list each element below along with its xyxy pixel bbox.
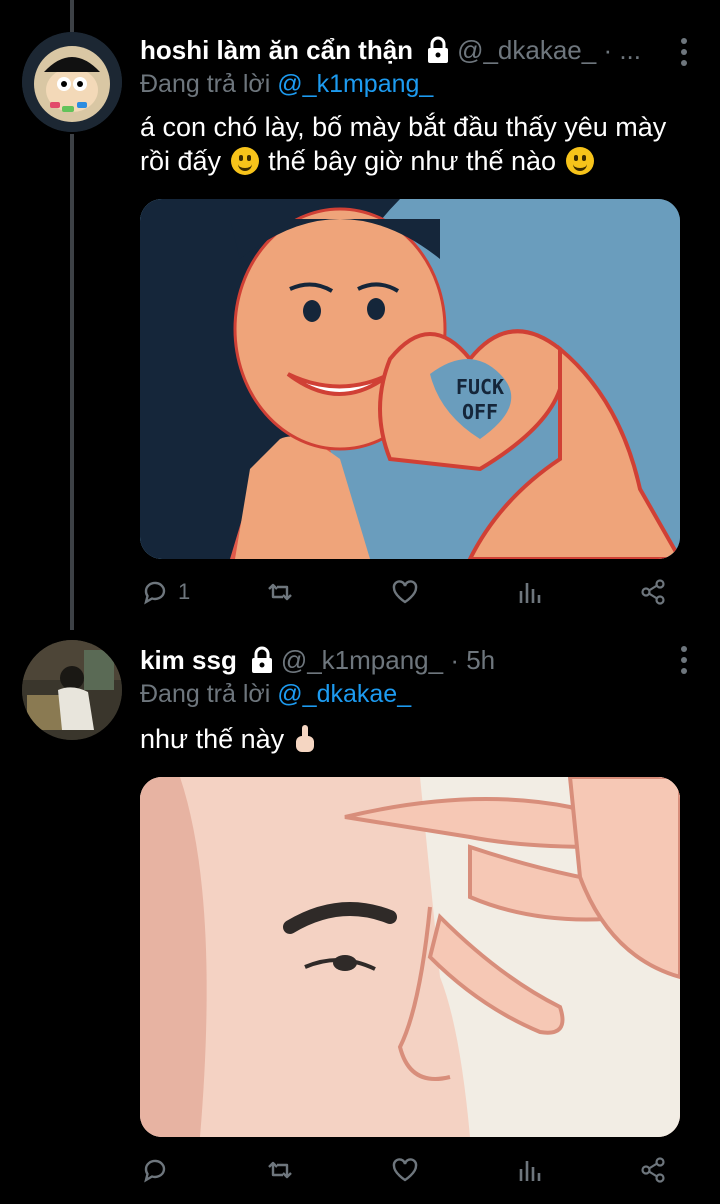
tweet-text-line2a: rồi đấy [140,146,222,176]
middle-finger-emoji-icon [295,725,314,752]
heart-hands-illustration: FUCK OFF [140,199,680,559]
tweet[interactable]: hoshi làm ăn cẩn thận @_dkakae_ · ... Đa… [0,0,720,630]
tweet-actions: 1 [140,572,680,612]
tweet[interactable]: kim ssg @_k1mpang_ · 5h Đang trả lời @_d… [0,630,720,1204]
lock-icon [249,646,275,674]
like-button[interactable] [390,572,420,612]
replying-to: Đang trả lời @_k1mpang_ [140,70,433,99]
heart-icon [392,580,418,604]
avatar[interactable] [22,640,122,740]
media-text-2: OFF [462,400,498,424]
retweet-button[interactable] [265,572,295,612]
avatar-image [22,640,122,740]
reply-button[interactable]: 1 [140,572,190,612]
handle[interactable]: @_dkakae_ · ... [457,35,641,66]
heart-icon [392,1158,418,1182]
replying-prefix: Đang trả lời [140,70,271,98]
retweet-button[interactable] [265,1150,295,1190]
tweet-image[interactable] [140,777,680,1137]
lock-icon [425,36,451,64]
avatar[interactable] [22,32,122,132]
tweet-header: kim ssg @_k1mpang_ · 5h [140,640,660,680]
tweet-actions [140,1150,680,1190]
retweet-icon [268,1161,292,1179]
more-vertical-icon[interactable] [680,38,688,66]
reply-button[interactable] [140,1150,178,1190]
stats-button[interactable] [515,1150,545,1190]
reply-icon [144,1159,166,1183]
tweet-text-body: như thế này [140,724,285,754]
tweet-text-line1: á con chó lày, bố mày bắt đầu thấy yêu m… [140,112,667,142]
reply-mention-link[interactable]: @_k1mpang_ [277,70,433,98]
stats-icon [519,583,541,603]
display-name[interactable]: kim ssg [140,645,237,676]
tweet-text: á con chó lày, bố mày bắt đầu thấy yêu m… [140,110,690,178]
reply-mention-link[interactable]: @_dkakae_ [277,680,411,708]
share-button[interactable] [638,1150,668,1190]
tweet-text-line2b: thế bây giờ như thế nào [268,146,557,176]
display-name[interactable]: hoshi làm ăn cẩn thận [140,35,413,66]
share-icon [641,579,665,605]
share-button[interactable] [638,572,668,612]
tweet-header: hoshi làm ăn cẩn thận @_dkakae_ · ... [140,30,660,70]
handle[interactable]: @_k1mpang_ · 5h [281,645,495,676]
tweet-image[interactable]: FUCK OFF [140,199,680,559]
tweet-text: như thế này [140,722,690,756]
retweet-icon [268,583,292,601]
avatar-image [22,32,122,132]
stats-icon [519,1161,541,1181]
smile-emoji-icon [230,147,259,175]
smile-emoji-icon [565,147,594,175]
replying-to: Đang trả lời @_dkakae_ [140,680,411,709]
media-text-1: FUCK [456,375,504,399]
replying-prefix: Đang trả lời [140,680,271,708]
more-vertical-icon[interactable] [680,646,688,674]
like-button[interactable] [390,1150,420,1190]
reply-icon [144,581,166,605]
share-icon [641,1157,665,1183]
face-illustration [140,777,680,1137]
reply-count: 1 [178,579,191,604]
stats-button[interactable] [515,572,545,612]
